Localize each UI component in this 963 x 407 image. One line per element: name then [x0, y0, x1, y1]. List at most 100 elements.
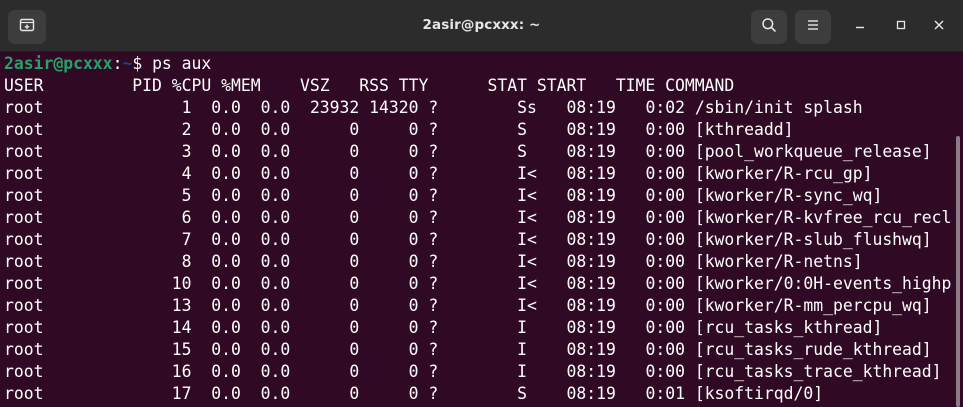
- cell-mem: 0.0: [240, 208, 291, 227]
- cell-cpu: 0.0: [191, 230, 241, 249]
- cell-mem: 0.0: [240, 318, 291, 337]
- table-header: USER PID %CPU %MEM VSZ RSS TTY STAT STAR…: [4, 76, 735, 95]
- table-row: root 6 0.0 0.0 0 0 ? I< 08:19 0:00 [kwor…: [4, 207, 952, 229]
- cell-cpu: 0.0: [191, 340, 241, 359]
- cell-pid: 17: [82, 384, 192, 403]
- minimize-button[interactable]: [848, 15, 872, 39]
- cell-tty: ?: [418, 362, 508, 381]
- cell-pid: 5: [82, 186, 192, 205]
- cell-rss: 0: [359, 252, 419, 271]
- cell-cpu: 0.0: [191, 208, 241, 227]
- cell-stat: S: [507, 120, 557, 139]
- cell-vsz: 0: [290, 274, 360, 293]
- cell-user: root: [4, 186, 83, 205]
- scrollbar-thumb[interactable]: [956, 136, 960, 407]
- cell-stat: Ss: [507, 98, 557, 117]
- cell-tty: ?: [418, 318, 508, 337]
- cell-start: 08:19: [556, 120, 616, 139]
- cell-command: [kworker/R-slub_flushwq]: [684, 230, 932, 249]
- title-bar[interactable]: 2asir@pcxxx: ~: [0, 0, 963, 52]
- cell-mem: 0.0: [240, 362, 291, 381]
- cell-pid: 2: [82, 120, 192, 139]
- cell-vsz: 0: [290, 186, 360, 205]
- cell-pid: 14: [82, 318, 192, 337]
- cell-time: 0:00: [615, 274, 685, 293]
- close-button[interactable]: [927, 15, 951, 39]
- menu-button[interactable]: [795, 10, 831, 44]
- table-row: root 7 0.0 0.0 0 0 ? I< 08:19 0:00 [kwor…: [4, 229, 932, 251]
- search-icon: [761, 17, 777, 38]
- cell-rss: 0: [359, 142, 419, 161]
- cell-cpu: 0.0: [191, 362, 241, 381]
- cell-mem: 0.0: [240, 120, 291, 139]
- typed-command: ps aux: [152, 54, 212, 73]
- cell-vsz: 0: [290, 252, 360, 271]
- cell-stat: I: [507, 362, 557, 381]
- cell-rss: 0: [359, 362, 419, 381]
- cell-stat: I: [507, 340, 557, 359]
- cell-time: 0:01: [615, 384, 685, 403]
- cell-start: 08:19: [556, 230, 616, 249]
- maximize-icon: [895, 18, 907, 36]
- cell-tty: ?: [418, 142, 508, 161]
- cell-time: 0:00: [615, 186, 685, 205]
- prompt-user-host: 2asir@pcxxx: [4, 54, 113, 73]
- scrollbar[interactable]: [953, 52, 963, 407]
- cell-start: 08:19: [556, 186, 616, 205]
- cell-time: 0:02: [615, 98, 685, 117]
- cell-mem: 0.0: [240, 186, 291, 205]
- cell-user: root: [4, 164, 83, 183]
- cell-mem: 0.0: [240, 252, 291, 271]
- cell-stat: I<: [507, 208, 557, 227]
- cell-rss: 0: [359, 318, 419, 337]
- cell-cpu: 0.0: [191, 120, 241, 139]
- cell-mem: 0.0: [240, 230, 291, 249]
- cell-tty: ?: [418, 186, 508, 205]
- table-row: root 15 0.0 0.0 0 0 ? I 08:19 0:00 [rcu_…: [4, 339, 932, 361]
- maximize-button[interactable]: [889, 15, 913, 39]
- cell-command: [rcu_tasks_kthread]: [684, 318, 883, 337]
- table-row: root 3 0.0 0.0 0 0 ? S 08:19 0:00 [pool_…: [4, 141, 932, 163]
- cell-command: [kworker/0:0H-events_highpr: [684, 274, 952, 293]
- cell-start: 08:19: [556, 142, 616, 161]
- search-button[interactable]: [751, 10, 787, 44]
- cell-stat: I<: [507, 230, 557, 249]
- cell-rss: 0: [359, 296, 419, 315]
- cell-mem: 0.0: [240, 340, 291, 359]
- table-row: root 1 0.0 0.0 23932 14320 ? Ss 08:19 0:…: [4, 97, 863, 119]
- table-row: root 2 0.0 0.0 0 0 ? S 08:19 0:00 [kthre…: [4, 119, 794, 141]
- minimize-icon: [854, 18, 866, 36]
- cell-tty: ?: [418, 340, 508, 359]
- cell-cpu: 0.0: [191, 318, 241, 337]
- cell-stat: I<: [507, 164, 557, 183]
- table-row: root 5 0.0 0.0 0 0 ? I< 08:19 0:00 [kwor…: [4, 185, 882, 207]
- cell-command: [kworker/R-netns]: [684, 252, 863, 271]
- prompt-line: 2asir@pcxxx:~$ ps aux: [4, 53, 211, 75]
- cell-mem: 0.0: [240, 274, 291, 293]
- cell-user: root: [4, 274, 83, 293]
- cell-pid: 15: [82, 340, 192, 359]
- cell-mem: 0.0: [240, 164, 291, 183]
- cell-tty: ?: [418, 98, 508, 117]
- cell-rss: 0: [359, 384, 419, 403]
- terminal-output[interactable]: 2asir@pcxxx:~$ ps aux USER PID %CPU %MEM…: [0, 52, 952, 407]
- cell-time: 0:00: [615, 142, 685, 161]
- prompt-path: ~: [122, 54, 133, 73]
- close-icon: [933, 18, 945, 36]
- cell-pid: 6: [82, 208, 192, 227]
- cell-pid: 4: [82, 164, 192, 183]
- cell-start: 08:19: [556, 252, 616, 271]
- cell-time: 0:00: [615, 362, 685, 381]
- cell-time: 0:00: [615, 208, 685, 227]
- cell-rss: 0: [359, 186, 419, 205]
- cell-pid: 7: [82, 230, 192, 249]
- cell-time: 0:00: [615, 296, 685, 315]
- cell-vsz: 0: [290, 362, 360, 381]
- terminal-window: 2asir@pcxxx: ~ 2asir@pcxxx:~$ ps aux USE…: [0, 0, 963, 407]
- cell-vsz: 0: [290, 142, 360, 161]
- cell-cpu: 0.0: [191, 186, 241, 205]
- cell-mem: 0.0: [240, 142, 291, 161]
- cell-vsz: 0: [290, 164, 360, 183]
- cell-command: [kworker/R-sync_wq]: [684, 186, 883, 205]
- cell-start: 08:19: [556, 340, 616, 359]
